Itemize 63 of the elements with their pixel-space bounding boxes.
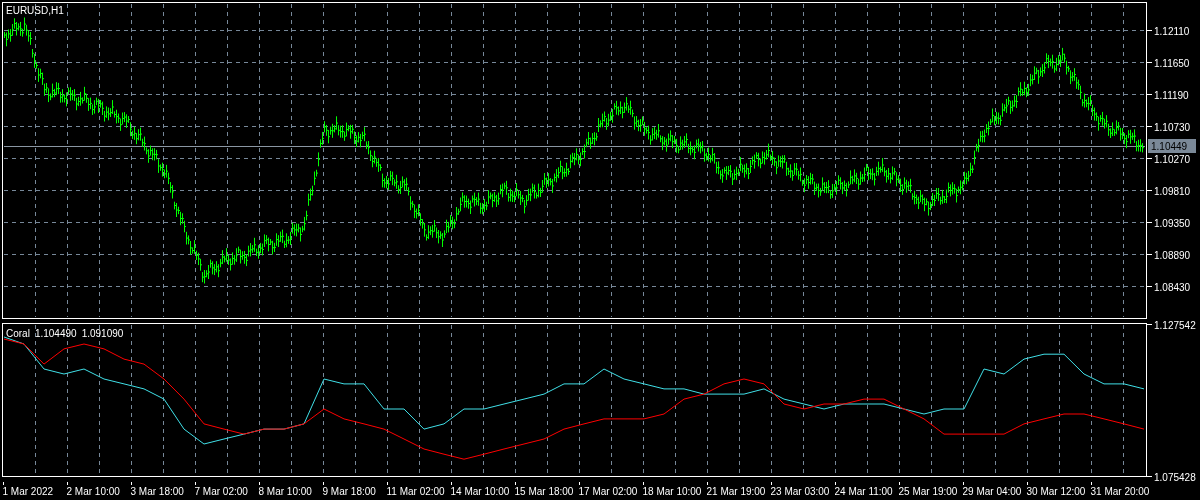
axis-tick [643,482,644,486]
axis-label: 23 Mar 03:00 [770,486,830,497]
axis-tick [131,482,132,486]
axis-label: 21 Mar 19:00 [706,486,766,497]
axis-label: 11 Mar 02:00 [386,486,445,497]
axis-label: 3 Mar 18:00 [130,486,184,497]
indicator-value: 1.091090 [81,328,124,339]
axis-tick [1146,94,1153,95]
axis-label: 18 Mar 10:00 [642,486,702,497]
axis-label: 9 Mar 18:00 [322,486,376,497]
axis-label: 24 Mar 11:00 [834,486,893,497]
axis-tick [771,482,772,486]
axis-label: 17 Mar 02:00 [578,486,638,497]
indicator-value: 1.104490 [34,328,77,339]
axis-tick [1146,62,1153,63]
axis-label: 2 Mar 10:00 [66,486,120,497]
current-price-label: 1.10449 [1148,139,1196,153]
axis-tick [1027,482,1028,486]
axis-tick [1146,190,1153,191]
axis-label: 7 Mar 02:00 [194,486,248,497]
axis-label: 8 Mar 10:00 [258,486,312,497]
axis-tick [1146,286,1153,287]
axis-tick [1146,324,1153,325]
axis-tick [1146,126,1153,127]
axis-tick [195,482,196,486]
axis-tick [1146,30,1153,31]
axis-label: 1.10730 [1154,121,1191,133]
axis-tick [899,482,900,486]
axis-label: 14 Mar 10:00 [450,486,510,497]
axis-tick [835,482,836,486]
axis-label: 30 Mar 12:00 [1026,486,1086,497]
axis-label: 1.10270 [1154,153,1191,165]
axis-tick [963,482,964,486]
axis-label: 1.075428 [1154,471,1196,482]
axis-label: 1.11190 [1154,89,1189,101]
axis-label: 1 Mar 2022 [2,486,54,497]
axis-tick [1146,158,1153,159]
axis-label: 29 Mar 04:00 [962,486,1022,497]
axis-label: 1.11650 [1154,57,1190,69]
axis-tick [579,482,580,486]
indicator-name: Coral [6,328,30,339]
axis-label: 1.09810 [1154,185,1191,197]
axis-tick [451,482,452,486]
axis-tick [3,482,4,486]
axis-tick [323,482,324,486]
axis-tick [67,482,68,486]
axis-tick [1146,476,1153,477]
axis-tick [1146,254,1153,255]
axis-label: 1.08430 [1154,281,1191,293]
axis-tick [1146,222,1153,223]
axis-tick [1091,482,1092,486]
axis-label: 1.12110 [1154,25,1190,37]
axis-label: 1.08890 [1154,249,1191,261]
window-title: EURUSD,H1 [6,5,64,16]
axis-tick [259,482,260,486]
axis-tick [387,482,388,486]
axis-label: 31 Mar 20:00 [1090,486,1150,497]
axis-label: 1.127542 [1154,320,1196,331]
axis-label: 1.09350 [1154,217,1191,229]
axis-label: 15 Mar 18:00 [514,486,574,497]
axis-tick [515,482,516,486]
axis-tick [707,482,708,486]
axis-label: 25 Mar 19:00 [898,486,958,497]
